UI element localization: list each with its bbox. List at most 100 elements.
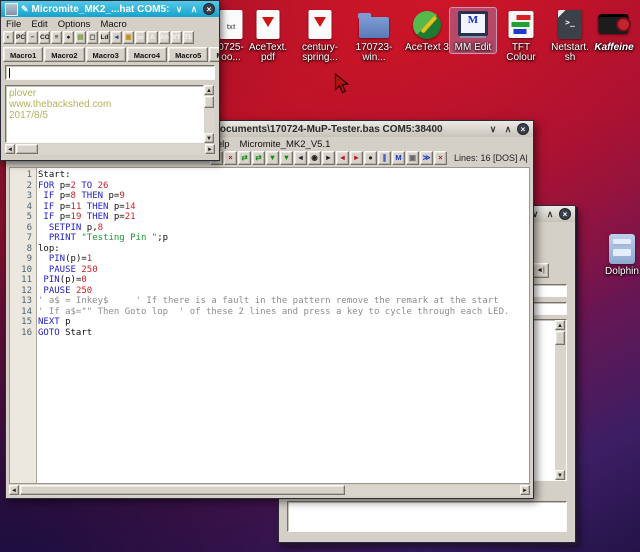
code-text: IF p=8 THEN p=9: [38, 191, 529, 202]
scrollbar-thumb[interactable]: [555, 331, 565, 345]
editor-toolbar-button[interactable]: ▣: [406, 151, 419, 165]
script-icon: [547, 8, 593, 42]
close-icon[interactable]: ×: [203, 3, 215, 15]
desktop-icon-pdf[interactable]: AceText.pdf: [245, 8, 291, 63]
terminal-toolbar-button[interactable]: ≡: [51, 31, 62, 44]
terminal-toolbar-button[interactable]: ●: [63, 31, 74, 44]
editor-toolbar-button[interactable]: ⇄: [238, 151, 251, 165]
code-text: GOTO Start: [38, 328, 529, 339]
macro-button-macro4[interactable]: Macro4: [127, 47, 167, 62]
desktop-icon-acetext[interactable]: AceText 3: [404, 8, 450, 53]
macro-button-macro2[interactable]: Macro2: [44, 47, 84, 62]
editor-toolbar-button[interactable]: ▼: [266, 151, 279, 165]
terminal-toolbar-button[interactable]: −: [27, 31, 38, 44]
terminal-menu-edit[interactable]: Edit: [31, 19, 47, 30]
kaffeine-icon: [591, 8, 637, 42]
code-line: 13' a$ = Inkey$ ' If there is a fault in…: [10, 296, 529, 307]
code-editor-area[interactable]: 1Start:2FOR p=2 TO 263 IF p=8 THEN p=94 …: [9, 167, 530, 484]
scroll-down-icon[interactable]: [204, 133, 214, 143]
scroll-left-icon[interactable]: [9, 485, 19, 495]
scroll-up-icon[interactable]: [555, 320, 565, 330]
desktop-icon-label: MM Edit: [450, 43, 496, 53]
terminal-toolbar-button[interactable]: PC: [15, 31, 26, 44]
scroll-right-icon[interactable]: [205, 144, 215, 154]
desktop-icon-dolphin[interactable]: Dolphin: [599, 232, 640, 277]
editor-toolbar-button[interactable]: M: [392, 151, 405, 165]
editor-toolbar-button[interactable]: ◉: [308, 151, 321, 165]
macro-button-macro1[interactable]: Macro1: [3, 47, 43, 62]
line-number: 1: [10, 170, 38, 181]
scrollbar-thumb[interactable]: [16, 144, 38, 154]
scroll-left-icon[interactable]: [5, 144, 15, 154]
terminal-toolbar-button[interactable]: ▢: [87, 31, 98, 44]
desktop-icon-pdf[interactable]: century-spring...: [297, 8, 343, 63]
mmedit-editor-window[interactable]: My Documents\170724-MuP-Tester.bas COM5:…: [5, 120, 534, 499]
desktop-icon-script[interactable]: Netstart.sh: [547, 8, 593, 63]
code-lines: 1Start:2FOR p=2 TO 263 IF p=8 THEN p=94 …: [10, 170, 529, 338]
editor-toolbar-button[interactable]: ◄: [294, 151, 307, 165]
line-number: 9: [10, 254, 38, 265]
scroll-up-icon[interactable]: [204, 85, 214, 95]
pin-icon[interactable]: ✎: [21, 4, 29, 15]
terminal-horizontal-scrollbar[interactable]: [5, 144, 215, 155]
close-icon[interactable]: ×: [559, 208, 571, 220]
back-window-vertical-scrollbar[interactable]: [555, 320, 566, 480]
terminal-menu-options[interactable]: Options: [58, 19, 91, 30]
terminal-toolbar-button[interactable]: A: [147, 31, 158, 44]
code-line: 7 PRINT "Testing Pin ";p: [10, 233, 529, 244]
terminal-toolbar-button[interactable]: TE: [183, 31, 194, 44]
desktop-icon-label: AceText.pdf: [245, 43, 291, 63]
terminal-toolbar-button[interactable]: CO: [39, 31, 50, 44]
maximize-icon[interactable]: ∧: [544, 209, 556, 220]
editor-horizontal-scrollbar[interactable]: [9, 485, 530, 496]
maximize-icon[interactable]: ∧: [502, 124, 514, 135]
terminal-toolbar-button[interactable]: Ld: [99, 31, 110, 44]
close-icon[interactable]: ×: [517, 123, 529, 135]
editor-toolbar-button[interactable]: ●: [364, 151, 377, 165]
editor-toolbar-button[interactable]: ≫: [420, 151, 433, 165]
macro-button-macro6[interactable]: Macro6: [209, 47, 219, 62]
scrollbar-thumb[interactable]: [204, 96, 214, 108]
editor-toolbar-button[interactable]: ►: [322, 151, 335, 165]
desktop-icon-mmedit[interactable]: MM Edit: [450, 8, 496, 53]
editor-toolbar-button[interactable]: ×: [224, 151, 237, 165]
scrollbar-thumb[interactable]: [20, 485, 345, 495]
back-window-input[interactable]: [287, 501, 567, 532]
maximize-icon[interactable]: ∧: [188, 4, 200, 15]
line-number: 15: [10, 317, 38, 328]
scroll-right-icon[interactable]: [520, 485, 530, 495]
macro-button-macro3[interactable]: Macro3: [86, 47, 126, 62]
terminal-window[interactable]: ✎ Micromite_MK2_...hat COM5:38400 ∨ ∧ × …: [0, 0, 220, 161]
desktop-icon-label: 170723-win...: [351, 43, 397, 63]
minimize-icon[interactable]: ∨: [487, 124, 499, 135]
back-window-side-button[interactable]: ◄|: [532, 263, 549, 278]
terminal-toolbar-button[interactable]: ◄: [111, 31, 122, 44]
editor-toolbar-button[interactable]: ×: [434, 151, 447, 165]
terminal-toolbar-button[interactable]: VT: [171, 31, 182, 44]
editor-toolbar-button[interactable]: ⇄: [252, 151, 265, 165]
terminal-toolbar-button[interactable]: Ah: [159, 31, 170, 44]
terminal-toolbar-button[interactable]: ▤: [75, 31, 86, 44]
terminal-toolbar-button[interactable]: ▭: [135, 31, 146, 44]
desktop-icon-label: Netstart.sh: [547, 43, 593, 63]
editor-toolbar-button[interactable]: ▼: [280, 151, 293, 165]
desktop-icon-folder[interactable]: 170723-win...: [351, 8, 397, 63]
terminal-menu-macro[interactable]: Macro: [100, 19, 126, 30]
terminal-toolbar-button[interactable]: ▣: [123, 31, 134, 44]
desktop-icon-kaffeine[interactable]: Kaffeine: [591, 8, 637, 53]
terminal-input[interactable]: [5, 65, 215, 80]
terminal-vertical-scrollbar[interactable]: [204, 85, 215, 143]
code-text: FOR p=2 TO 26: [38, 181, 529, 192]
terminal-titlebar[interactable]: ✎ Micromite_MK2_...hat COM5:38400 ∨ ∧ ×: [1, 1, 219, 17]
editor-toolbar-button[interactable]: ◄: [336, 151, 349, 165]
terminal-output-area[interactable]: ploverwww.thebackshed.com2017/8/5: [5, 85, 204, 143]
scroll-down-icon[interactable]: [555, 470, 565, 480]
terminal-toolbar-button[interactable]: ◐: [3, 31, 14, 44]
editor-toolbar-button[interactable]: ►: [350, 151, 363, 165]
terminal-menu-file[interactable]: File: [6, 19, 21, 30]
editor-toolbar-button[interactable]: ∥: [378, 151, 391, 165]
macro-button-macro5[interactable]: Macro5: [168, 47, 208, 62]
firmware-version-label: Micromite_MK2_V5.1: [240, 139, 331, 150]
desktop-icon-tft[interactable]: TFTColour: [498, 8, 544, 63]
minimize-icon[interactable]: ∨: [173, 4, 185, 15]
